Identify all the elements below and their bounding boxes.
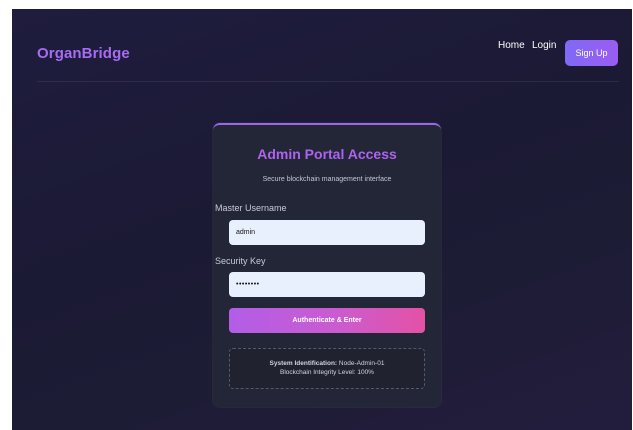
card-title: Admin Portal Access [257,146,397,162]
integrity-level-line: Blockchain Integrity Level: 100% [280,369,374,376]
authenticate-button[interactable]: Authenticate & Enter [229,308,425,333]
security-key-input[interactable]: •••••••• [229,272,425,297]
admin-login-card: Admin Portal Access Secure blockchain ma… [213,123,441,407]
username-label: Master Username [215,203,287,213]
username-input[interactable]: admin [229,220,425,245]
brand-logo[interactable]: OrganBridge [37,45,130,62]
system-id-line: System Identification: Node-Admin-01 [230,359,424,368]
nav-link-login[interactable]: Login [532,40,556,51]
system-info-box: System Identification: Node-Admin-01 Blo… [229,348,425,389]
nav-link-home[interactable]: Home [498,40,525,51]
security-key-label: Security Key [215,256,266,266]
top-navbar: OrganBridge Home Login Sign Up [12,9,632,81]
system-id-value: Node-Admin-01 [338,360,385,367]
system-id-label: System Identification: [269,360,338,367]
card-subtitle: Secure blockchain management interface [262,176,392,183]
header-divider [37,81,619,82]
app-window: OrganBridge Home Login Sign Up Admin Por… [12,9,632,430]
sign-up-button[interactable]: Sign Up [565,40,618,66]
